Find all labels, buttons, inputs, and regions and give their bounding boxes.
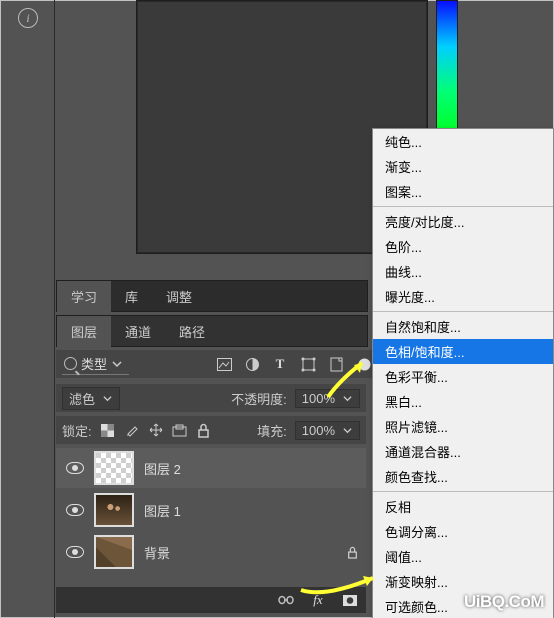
new-adjustment-layer-icon[interactable] [356,356,372,372]
layer-style-icon[interactable]: fx [310,592,326,608]
menu-threshold[interactable]: 阈值... [373,544,553,569]
layer-name[interactable]: 背景 [144,543,170,562]
filter-type-label: 类型 [81,354,107,373]
layer-row-selected[interactable]: 图层 2 [56,448,366,488]
link-layers-icon[interactable] [278,592,294,608]
filter-type-select[interactable]: 类型 [62,353,129,375]
opacity-label: 不透明度: [231,389,287,408]
layer-name[interactable]: 图层 1 [144,501,181,520]
menu-vibrance[interactable]: 自然饱和度... [373,314,553,339]
visibility-toggle-icon[interactable] [66,504,84,516]
blend-opacity-row: 滤色 不透明度: 100% [56,384,366,412]
filter-adjustment-icon[interactable] [244,356,260,372]
chevron-down-icon [341,424,353,436]
filter-shape-icon[interactable] [300,356,316,372]
menu-black-white[interactable]: 黑白... [373,389,553,414]
layer-row[interactable]: 图层 1 [56,490,366,530]
filter-image-icon[interactable] [216,356,232,372]
watermark: UiBQ.CoM [464,592,544,612]
add-mask-icon[interactable] [342,592,358,608]
tab-adjust[interactable]: 调整 [152,281,206,312]
layer-thumbnail[interactable] [94,535,134,569]
panel-tabs-1: 学习 库 调整 [56,280,368,312]
menu-gradient-fill[interactable]: 渐变... [373,154,553,179]
tab-channels[interactable]: 通道 [111,316,165,347]
lock-position-icon[interactable] [148,422,164,438]
menu-color-balance[interactable]: 色彩平衡... [373,364,553,389]
hue-slider[interactable] [436,0,458,132]
menu-gradient-map[interactable]: 渐变映射... [373,569,553,594]
lock-pixels-icon[interactable] [124,422,140,438]
menu-brightness[interactable]: 亮度/对比度... [373,209,553,234]
fill-input[interactable]: 100% [295,421,360,440]
tab-library[interactable]: 库 [111,281,152,312]
opacity-value: 100% [302,391,335,406]
chevron-down-icon [111,358,123,370]
menu-solid-color[interactable]: 纯色... [373,129,553,154]
fill-label: 填充: [257,421,287,440]
chevron-down-icon [101,392,113,404]
layer-row[interactable]: 背景 [56,532,366,572]
lock-label: 锁定: [62,421,92,440]
menu-pattern[interactable]: 图案... [373,179,553,204]
layer-filter-row: 类型 T [56,350,378,378]
menu-invert[interactable]: 反相 [373,494,553,519]
lock-fill-row: 锁定: 填充: 100% [56,416,366,444]
adjustment-layer-menu: 纯色... 渐变... 图案... 亮度/对比度... 色阶... 曲线... … [372,128,554,618]
blend-mode-label: 滤色 [69,389,95,408]
visibility-toggle-icon[interactable] [66,546,84,558]
tab-paths[interactable]: 路径 [165,316,219,347]
layers-bottom-bar: fx [56,587,366,613]
menu-photo-filter[interactable]: 照片滤镜... [373,414,553,439]
lock-transparent-icon[interactable] [100,422,116,438]
menu-posterize[interactable]: 色调分离... [373,519,553,544]
lock-all-icon[interactable] [196,422,212,438]
menu-levels[interactable]: 色阶... [373,234,553,259]
menu-curves[interactable]: 曲线... [373,259,553,284]
search-icon [64,357,77,370]
menu-exposure[interactable]: 曝光度... [373,284,553,309]
filter-smart-icon[interactable] [328,356,344,372]
blend-mode-select[interactable]: 滤色 [62,387,120,410]
chevron-down-icon [341,392,353,404]
menu-color-lookup[interactable]: 颜色查找... [373,464,553,489]
tab-learn[interactable]: 学习 [57,281,111,312]
layer-name[interactable]: 图层 2 [144,459,181,478]
menu-channel-mixer[interactable]: 通道混合器... [373,439,553,464]
menu-hue-saturation[interactable]: 色相/饱和度... [373,339,553,364]
fill-value: 100% [302,423,335,438]
visibility-toggle-icon[interactable] [66,462,84,474]
lock-artboard-icon[interactable] [172,422,188,438]
opacity-input[interactable]: 100% [295,389,360,408]
lock-icon [344,544,360,560]
info-icon[interactable]: i [18,8,38,28]
layer-thumbnail[interactable] [94,493,134,527]
tab-layers[interactable]: 图层 [57,316,111,347]
filter-text-icon[interactable]: T [272,356,288,372]
panel-tabs-2: 图层 通道 路径 [56,315,368,347]
layer-thumbnail[interactable] [94,451,134,485]
